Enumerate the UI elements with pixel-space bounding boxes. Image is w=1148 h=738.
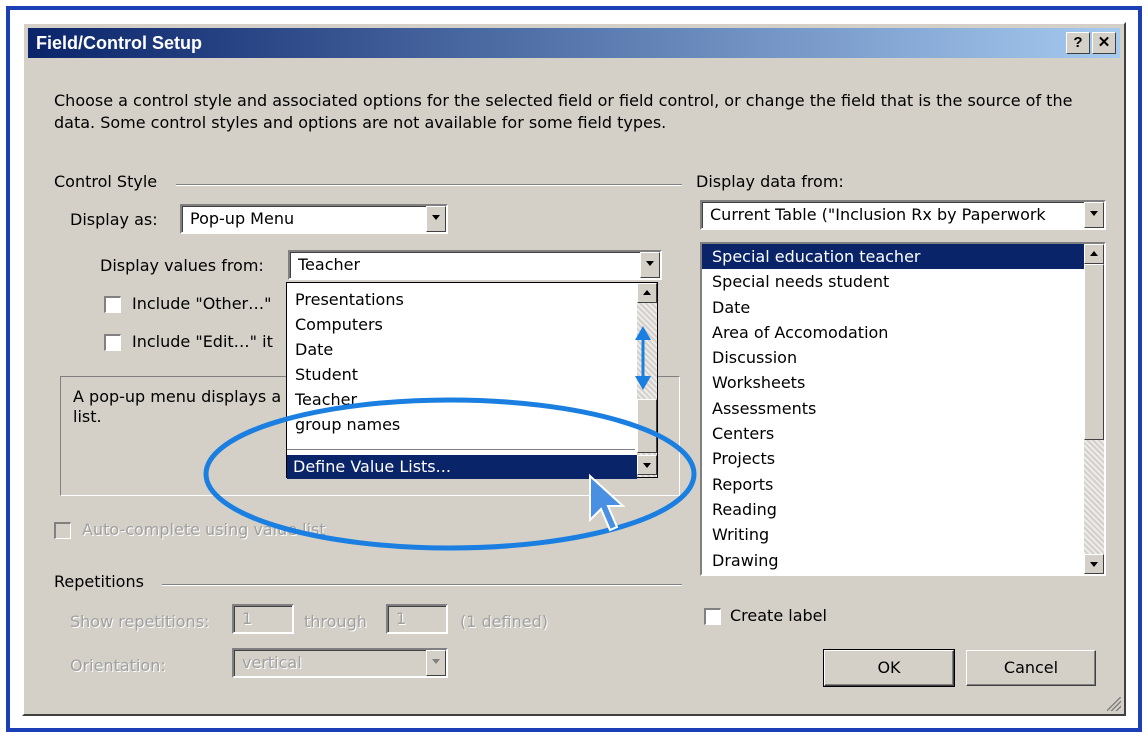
- annotation-overlay: [203, 326, 697, 551]
- double-arrow-icon: [635, 326, 651, 390]
- highlight-ellipse: [203, 397, 697, 551]
- mouse-cursor-icon: [589, 473, 626, 532]
